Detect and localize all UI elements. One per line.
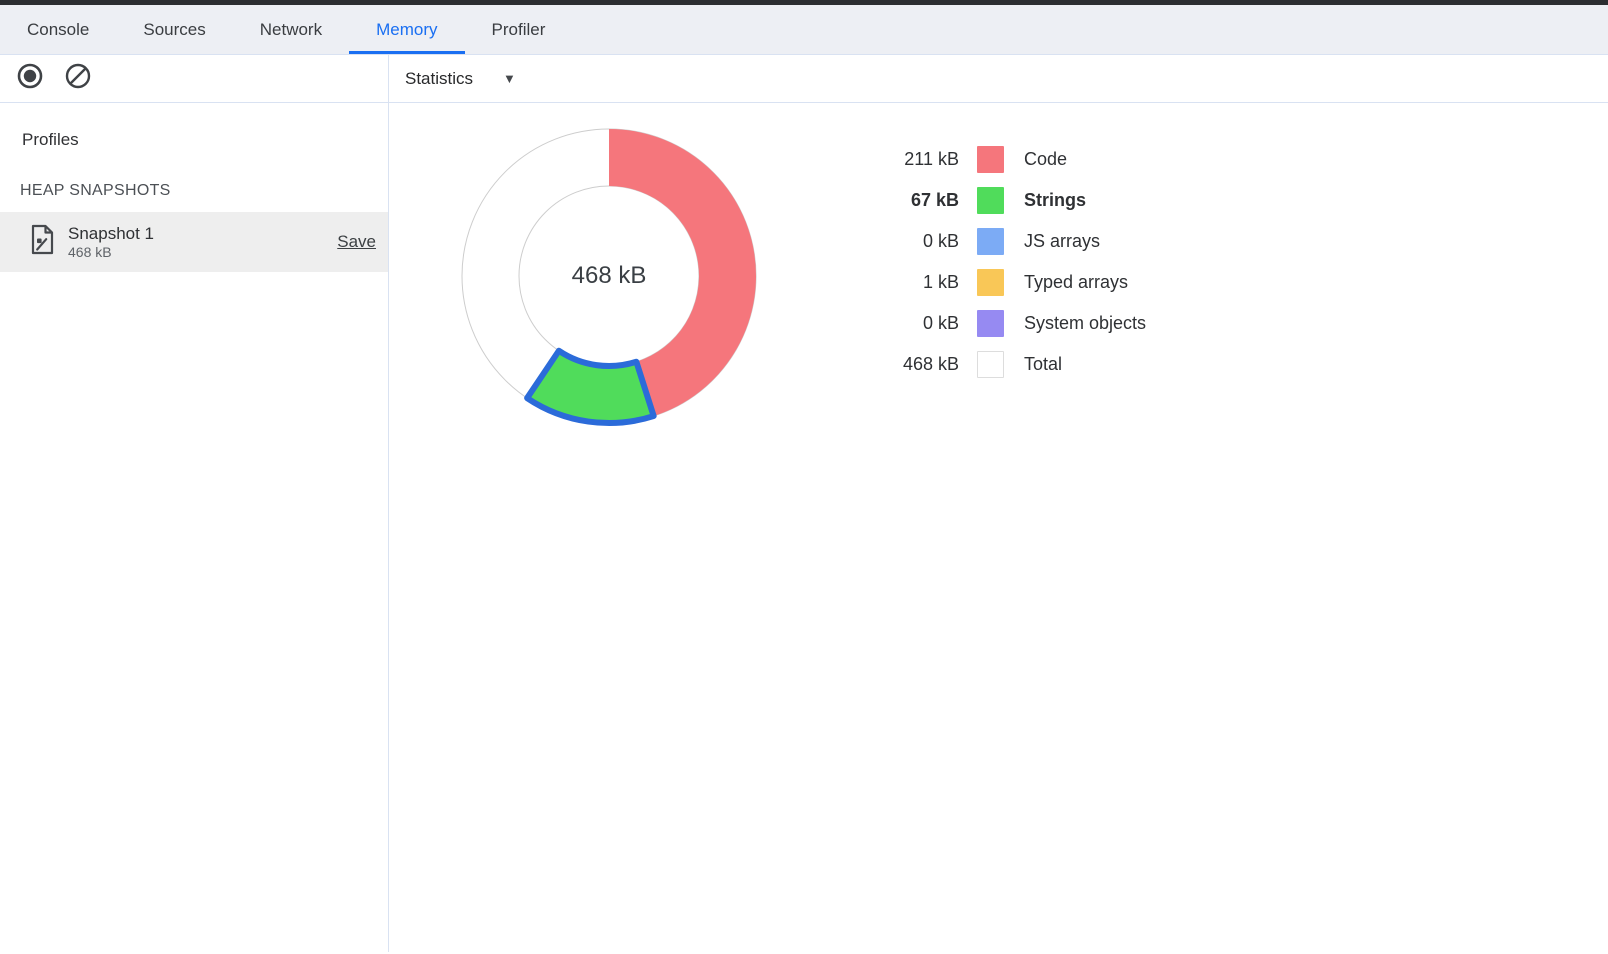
snapshot-size: 468 kB — [68, 244, 337, 262]
legend-swatch-icon — [977, 228, 1004, 255]
legend-row-js-arrays[interactable]: 0 kB JS arrays — [849, 221, 1146, 262]
save-snapshot-link[interactable]: Save — [337, 232, 376, 252]
heap-snapshots-section-title: HEAP SNAPSHOTS — [20, 182, 388, 200]
legend-swatch-icon — [977, 187, 1004, 214]
sidebar-item-snapshot-1[interactable]: Snapshot 1 468 kB Save — [0, 212, 388, 272]
legend-size: 1 kB — [849, 272, 959, 293]
view-controls: Statistics ▼ — [389, 55, 1608, 102]
tab-sources[interactable]: Sources — [116, 5, 232, 54]
profiles-title: Profiles — [22, 130, 388, 150]
legend-swatch-icon — [977, 146, 1004, 173]
ring-outline — [519, 186, 699, 366]
statistics-view: 468 kB 211 kB Code 67 kB Strings 0 kB JS arra… — [389, 103, 1608, 952]
chart-legend: 211 kB Code 67 kB Strings 0 kB JS arrays 1 kB T… — [849, 139, 1146, 385]
legend-swatch-icon — [977, 310, 1004, 337]
legend-label: Strings — [1024, 190, 1086, 211]
memory-panel-toolbar: Statistics ▼ — [0, 55, 1608, 103]
legend-size: 0 kB — [849, 313, 959, 334]
legend-label: Typed arrays — [1024, 272, 1128, 293]
legend-size: 211 kB — [849, 149, 959, 170]
legend-label: System objects — [1024, 313, 1146, 334]
slice-strings[interactable] — [527, 351, 654, 423]
tab-profiler[interactable]: Profiler — [465, 5, 573, 54]
chevron-down-icon: ▼ — [503, 71, 516, 86]
tab-memory[interactable]: Memory — [349, 5, 464, 54]
profiles-sidebar: Profiles HEAP SNAPSHOTS Snapshot 1 468 k… — [0, 103, 389, 952]
legend-row-strings[interactable]: 67 kB Strings — [849, 180, 1146, 221]
legend-size: 468 kB — [849, 354, 959, 375]
legend-label: Total — [1024, 354, 1062, 375]
legend-label: Code — [1024, 149, 1067, 170]
legend-row-system-objects[interactable]: 0 kB System objects — [849, 303, 1146, 344]
legend-row-total[interactable]: 468 kB Total — [849, 344, 1146, 385]
clear-profiles-button[interactable] — [64, 65, 92, 93]
legend-row-typed-arrays[interactable]: 1 kB Typed arrays — [849, 262, 1146, 303]
tab-network[interactable]: Network — [233, 5, 349, 54]
record-icon — [16, 62, 44, 95]
heap-snapshot-file-icon — [30, 224, 55, 260]
record-heap-profile-button[interactable] — [16, 65, 44, 93]
legend-label: JS arrays — [1024, 231, 1100, 252]
snapshot-name: Snapshot 1 — [68, 223, 337, 244]
perspective-select-value: Statistics — [405, 69, 473, 89]
legend-size: 0 kB — [849, 231, 959, 252]
legend-row-code[interactable]: 211 kB Code — [849, 139, 1146, 180]
block-icon — [64, 62, 92, 95]
devtools-tab-bar: ConsoleSourcesNetworkMemoryProfiler — [0, 5, 1608, 55]
heap-statistics-donut-chart[interactable]: 468 kB — [439, 106, 779, 446]
perspective-select[interactable]: Statistics ▼ — [405, 69, 516, 89]
profile-controls — [0, 55, 389, 102]
tab-console[interactable]: Console — [0, 5, 116, 54]
snapshot-info: Snapshot 1 468 kB — [68, 223, 337, 262]
legend-size: 67 kB — [849, 190, 959, 211]
legend-swatch-icon — [977, 269, 1004, 296]
legend-swatch-icon — [977, 351, 1004, 378]
